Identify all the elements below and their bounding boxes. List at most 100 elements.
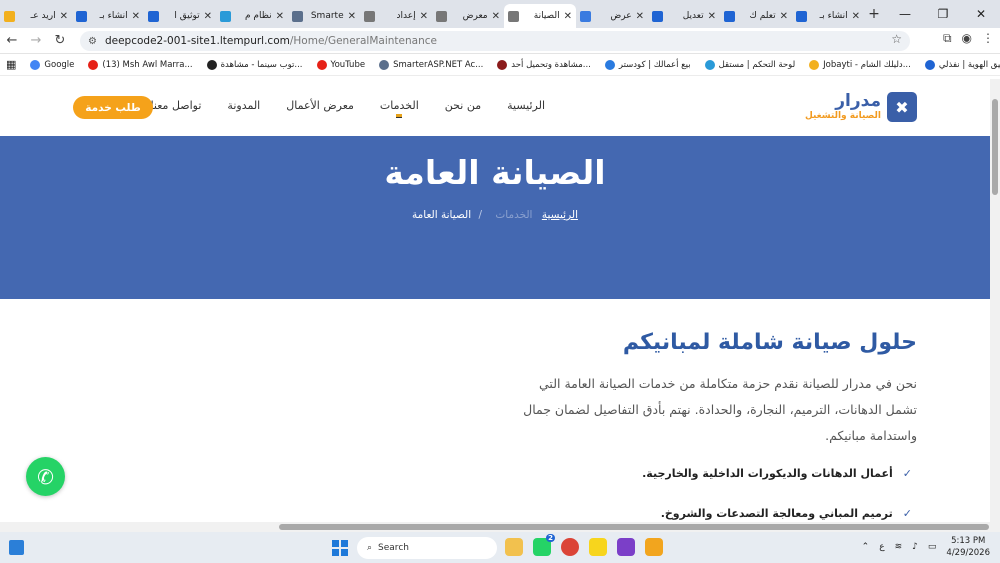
pinned-apps: 2 — [505, 534, 663, 556]
nav-item-blog[interactable]: المدونة — [227, 99, 260, 112]
close-tab-icon[interactable]: ✕ — [132, 11, 140, 22]
nav-item-home[interactable]: الرئيسية — [507, 99, 545, 112]
browser-tab[interactable]: Smarte ✕ — [288, 4, 360, 28]
whatsapp-app-icon[interactable]: 2 — [533, 534, 555, 556]
close-tab-icon[interactable]: ✕ — [348, 11, 356, 22]
bookmark-item[interactable]: مشاهدة وتحميل أحد... — [497, 59, 591, 70]
tab-favicon-icon — [796, 10, 807, 22]
chevron-up-icon[interactable]: ⌃ — [862, 542, 870, 552]
bookmark-star-icon[interactable]: ☆ — [891, 32, 902, 46]
nav-item-contact[interactable]: تواصل معنا — [151, 99, 202, 112]
browser-tab[interactable]: توثيق ا ✕ — [144, 4, 216, 28]
sticky-notes-icon[interactable] — [589, 538, 607, 556]
chrome-icon[interactable] — [561, 538, 579, 556]
bookmark-item[interactable]: Google — [30, 59, 74, 70]
start-button[interactable] — [332, 540, 348, 556]
scrollbar-thumb[interactable] — [279, 524, 989, 530]
bookmark-label: مشاهدة وتحميل أحد... — [511, 59, 591, 70]
browser-tab[interactable]: انشاء بـ ✕ — [792, 4, 864, 28]
bookmark-item[interactable]: لوحة التحكم | مستقل — [704, 59, 795, 70]
restore-button[interactable]: ❐ — [924, 7, 962, 21]
breadcrumb-home[interactable]: الرئيسية — [542, 209, 578, 221]
back-button[interactable]: ← — [0, 33, 24, 48]
extensions-icon[interactable]: ⧉ — [943, 31, 952, 46]
language-indicator[interactable]: ع — [879, 542, 884, 552]
new-tab-button[interactable]: + — [864, 6, 884, 22]
volume-icon[interactable]: ♪ — [912, 542, 918, 552]
nav-item-services[interactable]: الخدمات — [380, 99, 419, 118]
site-logo[interactable]: مدرار الصيانة والتشغيل ✖ — [805, 92, 917, 122]
close-tab-icon[interactable]: ✕ — [564, 11, 572, 22]
nav-item-portfolio[interactable]: معرض الأعمال — [286, 99, 354, 112]
bookmark-favicon-icon — [30, 59, 41, 70]
browser-toolbar: ← → ↻ ⚙ deepcode2-001-site1.ltempurl.com… — [0, 28, 1000, 54]
menu-icon[interactable]: ⋮ — [982, 31, 994, 46]
breadcrumb-services[interactable]: الخدمات — [495, 209, 532, 221]
tab-favicon-icon — [724, 10, 735, 22]
bookmark-item[interactable]: بيع أعمالك | كودستر — [604, 59, 691, 70]
close-tab-icon[interactable]: ✕ — [420, 11, 428, 22]
close-tab-icon[interactable]: ✕ — [492, 11, 500, 22]
list-item: ✓ أعمال الدهانات والديكورات الداخلية وال… — [492, 463, 912, 483]
chevron-down-icon — [396, 114, 403, 118]
browser-tab[interactable]: عرض ✕ — [576, 4, 648, 28]
bookmark-item[interactable]: توب سينما - مشاهدة... — [206, 59, 303, 70]
app-icon[interactable] — [645, 538, 663, 556]
browser-tab[interactable]: اريد عـ ✕ — [0, 4, 72, 28]
close-tab-icon[interactable]: ✕ — [708, 11, 716, 22]
browser-tab[interactable]: انشاء بـ ✕ — [72, 4, 144, 28]
breadcrumb-current: الصيانة العامة — [412, 209, 472, 221]
bookmark-item[interactable]: YouTube — [316, 59, 366, 70]
bookmark-favicon-icon — [497, 59, 508, 70]
clock[interactable]: 5:13 PM 4/29/2026 — [946, 535, 990, 559]
url-text[interactable]: deepcode2-001-site1.ltempurl.com/Home/Ge… — [105, 35, 437, 47]
tab-title: معرض — [462, 11, 488, 21]
bookmark-label: بيع أعمالك | كودستر — [618, 59, 691, 70]
bookmark-item[interactable]: SmarterASP.NET Ac... — [379, 59, 483, 70]
browser-tab[interactable]: إعداد ✕ — [360, 4, 432, 28]
taskbar-search[interactable]: ⌕ Search — [357, 537, 497, 559]
close-tab-icon[interactable]: ✕ — [60, 11, 68, 22]
scrollbar-thumb[interactable] — [992, 99, 998, 195]
site-info-icon[interactable]: ⚙ — [88, 36, 97, 47]
tab-title: نظام م — [244, 11, 272, 21]
profile-avatar[interactable]: ◉ — [962, 31, 972, 46]
bookmark-item[interactable]: توثيق الهوية | نفذلي — [924, 59, 1000, 70]
file-explorer-icon[interactable] — [505, 538, 523, 556]
bookmark-label: توثيق الهوية | نفذلي — [938, 59, 1000, 70]
horizontal-scrollbar[interactable] — [0, 522, 1000, 532]
breadcrumb-separator: / — [478, 209, 483, 221]
logo-text: مدرار الصيانة والتشغيل — [805, 93, 881, 121]
browser-tab[interactable]: معرض ✕ — [432, 4, 504, 28]
close-tab-icon[interactable]: ✕ — [852, 11, 860, 22]
wifi-icon[interactable]: ≋ — [895, 542, 903, 552]
close-tab-icon[interactable]: ✕ — [276, 11, 284, 22]
browser-tab[interactable]: الصيانة ✕ — [504, 4, 576, 28]
close-tab-icon[interactable]: ✕ — [780, 11, 788, 22]
whatsapp-icon[interactable]: ✆ — [26, 457, 65, 496]
battery-icon[interactable]: ▭ — [928, 542, 937, 552]
close-window-button[interactable]: ✕ — [962, 7, 1000, 21]
close-tab-icon[interactable]: ✕ — [636, 11, 644, 22]
browser-tab[interactable]: تعلم ك ✕ — [720, 4, 792, 28]
nav-item-about[interactable]: من نحن — [445, 99, 481, 112]
bookmark-item[interactable]: (13) Msh Awl Marra... — [88, 59, 193, 70]
widgets-icon[interactable] — [9, 540, 24, 555]
main-nav: الرئيسية من نحن الخدمات معرض الأعمال الم… — [151, 99, 545, 118]
minimize-button[interactable]: — — [886, 7, 924, 21]
vertical-scrollbar[interactable] — [990, 79, 1000, 522]
tab-title: اريد عـ — [30, 11, 56, 21]
browser-tab[interactable]: نظام م ✕ — [216, 4, 288, 28]
apps-grid-icon[interactable]: ▦ — [6, 58, 16, 71]
bookmark-label: YouTube — [330, 59, 366, 70]
browser-tab[interactable]: تعديل ✕ — [648, 4, 720, 28]
reload-button[interactable]: ↻ — [48, 33, 72, 48]
visual-studio-icon[interactable] — [617, 538, 635, 556]
feature-list: ✓ أعمال الدهانات والديكورات الداخلية وال… — [492, 463, 912, 522]
tab-title: عرض — [610, 11, 632, 21]
forward-button[interactable]: → — [24, 33, 48, 48]
bookmark-item[interactable]: Jobayti - دليلك الشام... — [809, 59, 911, 70]
request-service-button[interactable]: طلب خدمة — [73, 96, 153, 119]
close-tab-icon[interactable]: ✕ — [204, 11, 212, 22]
address-bar[interactable]: ⚙ deepcode2-001-site1.ltempurl.com/Home/… — [80, 31, 910, 51]
